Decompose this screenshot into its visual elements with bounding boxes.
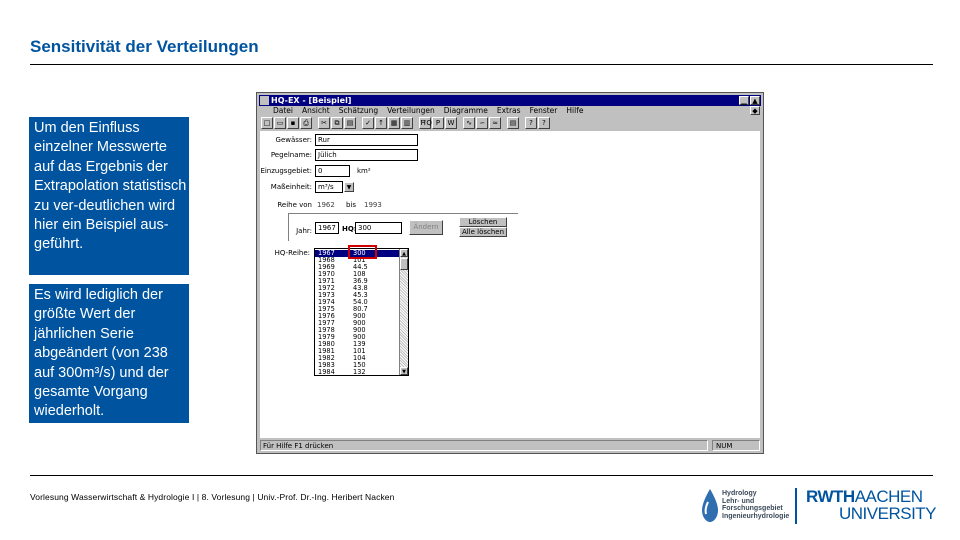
curve2-icon[interactable]: ∽ xyxy=(476,117,488,129)
toolbar-separator xyxy=(313,117,317,130)
menu-datei[interactable]: Datei xyxy=(273,106,293,116)
menu-schaetzung[interactable]: Schätzung xyxy=(339,106,378,116)
footer-text: Vorlesung Wasserwirtschaft & Hydrologie … xyxy=(30,492,395,502)
list-item-year: 1984 xyxy=(318,367,335,376)
footer-rule xyxy=(30,475,933,476)
help-icon[interactable]: ? xyxy=(525,117,537,129)
whatsthis-icon[interactable]: ? xyxy=(538,117,550,129)
reihe-bis-label: bis xyxy=(346,201,357,209)
reihe-von-value: 1962 xyxy=(317,201,335,209)
hq-icon[interactable]: ĦQ xyxy=(419,117,432,129)
rwth-logo: RWTHAACHEN UNIVERSITY xyxy=(806,488,937,523)
table-icon[interactable]: ▦ xyxy=(388,117,400,129)
einzugsgebiet-field[interactable]: 0 xyxy=(315,165,350,177)
slide-title: Sensitivität der Verteilungen xyxy=(30,37,259,56)
einzugsgebiet-label: Einzugsgebiet: xyxy=(260,167,312,175)
masseinheit-label: Maßeinheit: xyxy=(270,183,312,191)
save-icon[interactable]: ▪ xyxy=(287,117,299,129)
child-restore-button[interactable]: ◆ xyxy=(750,106,760,115)
check-icon[interactable]: ✓ xyxy=(362,117,374,129)
hydrology-logo-text: Hydrology Lehr- und Forschungsgebiet Ing… xyxy=(722,490,789,520)
masseinheit-dropdown-arrow[interactable]: ▼ xyxy=(344,182,354,192)
paste-icon[interactable]: ▤ xyxy=(344,117,356,129)
aendern-button[interactable]: Ändern xyxy=(409,220,443,235)
system-menu-icon[interactable] xyxy=(260,96,269,105)
pegelname-field[interactable]: Jülich xyxy=(315,149,418,161)
logo-separator xyxy=(795,488,797,524)
pegelname-label: Pegelname: xyxy=(270,151,312,159)
cut-icon[interactable]: ✂ xyxy=(318,117,330,129)
toolbar-separator xyxy=(502,117,506,130)
group-frame-top xyxy=(288,213,518,214)
menu-hilfe[interactable]: Hilfe xyxy=(566,106,583,116)
einzugsgebiet-unit: km² xyxy=(357,167,371,175)
status-hint: Für Hilfe F1 drücken xyxy=(260,440,708,451)
info-box-1: Um den Einfluss einzelner Messwerte auf … xyxy=(29,117,189,275)
p-icon[interactable]: P xyxy=(432,117,444,129)
scroll-up-arrow-icon[interactable]: ▲ xyxy=(400,249,408,257)
gewaesser-field[interactable]: Rur xyxy=(315,134,418,146)
rwth-logo-university: UNIVERSITY xyxy=(839,504,937,523)
w-icon[interactable]: W xyxy=(445,117,457,129)
menu-extras[interactable]: Extras xyxy=(497,106,521,116)
menu-fenster[interactable]: Fenster xyxy=(530,106,558,116)
list-item-value: 132 xyxy=(353,367,366,376)
masseinheit-select[interactable]: m³/s xyxy=(315,181,343,193)
info-box-2: Es wird lediglich der größte Wert der jä… xyxy=(29,284,189,423)
toolbar-separator xyxy=(458,117,462,130)
app-window: HQ-EX - [Beispiel] ▁ ▲ Datei Ansicht Sch… xyxy=(256,92,764,454)
reihe-label: Reihe von xyxy=(277,201,312,209)
alle-loeschen-button[interactable]: Alle löschen xyxy=(459,227,507,237)
curve3-icon[interactable]: ≈ xyxy=(489,117,501,129)
hydrology-logo-line: Forschungsgebiet xyxy=(722,505,783,513)
toolbar-separator xyxy=(520,117,524,130)
list-item[interactable]: 1984 132 xyxy=(315,367,399,376)
print-icon[interactable]: ⎙ xyxy=(300,117,312,129)
status-num: NUM xyxy=(712,440,760,451)
water-drop-logo-icon xyxy=(702,489,718,522)
minimize-button[interactable]: ▁ xyxy=(739,96,749,105)
menu-diagramme[interactable]: Diagramme xyxy=(444,106,488,116)
hydrology-logo-line: Ingenieurhydrologie xyxy=(722,512,790,520)
window-title: HQ-EX - [Beispiel] xyxy=(271,96,352,105)
scroll-down-arrow-icon[interactable]: ▼ xyxy=(400,367,408,375)
window-titlebar[interactable]: HQ-EX - [Beispiel] ▁ ▲ xyxy=(259,95,761,106)
calc-icon[interactable]: ↑ xyxy=(375,117,387,129)
jahr-field[interactable]: 1967 xyxy=(315,222,339,234)
hq-list[interactable]: ▲ ▼ 1967 300 1968 101 1969 44.5 1970 108 1971 36.… xyxy=(314,248,409,376)
chart-icon[interactable]: ▥ xyxy=(401,117,413,129)
toolbar: □ ▭ ▪ ⎙ ✂ ⧉ ▤ ✓ ↑ ▦ ▥ ĦQ P W ∿ ∽ ≈ ▤?? xyxy=(261,117,759,130)
jahr-label: Jahr: xyxy=(296,227,312,235)
toolbar-separator xyxy=(357,117,361,130)
copy-icon[interactable]: ⧉ xyxy=(331,117,343,129)
doc-icon[interactable]: ▤ xyxy=(507,117,519,129)
reihe-bis-value: 1993 xyxy=(364,201,382,209)
new-icon[interactable]: □ xyxy=(261,117,273,129)
highlight-box xyxy=(348,245,377,259)
maximize-button[interactable]: ▲ xyxy=(750,96,760,105)
menu-bar: Datei Ansicht Schätzung Verteilungen Dia… xyxy=(259,106,761,116)
title-rule xyxy=(30,64,933,65)
open-icon[interactable]: ▭ xyxy=(274,117,286,129)
list-scrollbar[interactable]: ▲ ▼ xyxy=(399,249,408,375)
menu-verteilungen[interactable]: Verteilungen xyxy=(387,106,435,116)
curve1-icon[interactable]: ∿ xyxy=(463,117,475,129)
gewaesser-label: Gewässer: xyxy=(275,136,312,144)
scroll-thumb[interactable] xyxy=(400,258,408,270)
loeschen-button[interactable]: Löschen xyxy=(459,217,507,227)
hydrology-logo-line: Lehr- und xyxy=(722,497,755,505)
hq-reihe-label: HQ-Reihe: xyxy=(274,249,310,257)
status-bar: Für Hilfe F1 drücken NUM xyxy=(260,440,760,451)
hq-field[interactable]: 300 xyxy=(355,222,402,234)
hydrology-logo-line: Hydrology xyxy=(722,490,757,497)
menu-ansicht[interactable]: Ansicht xyxy=(302,106,330,116)
toolbar-separator xyxy=(414,117,418,130)
